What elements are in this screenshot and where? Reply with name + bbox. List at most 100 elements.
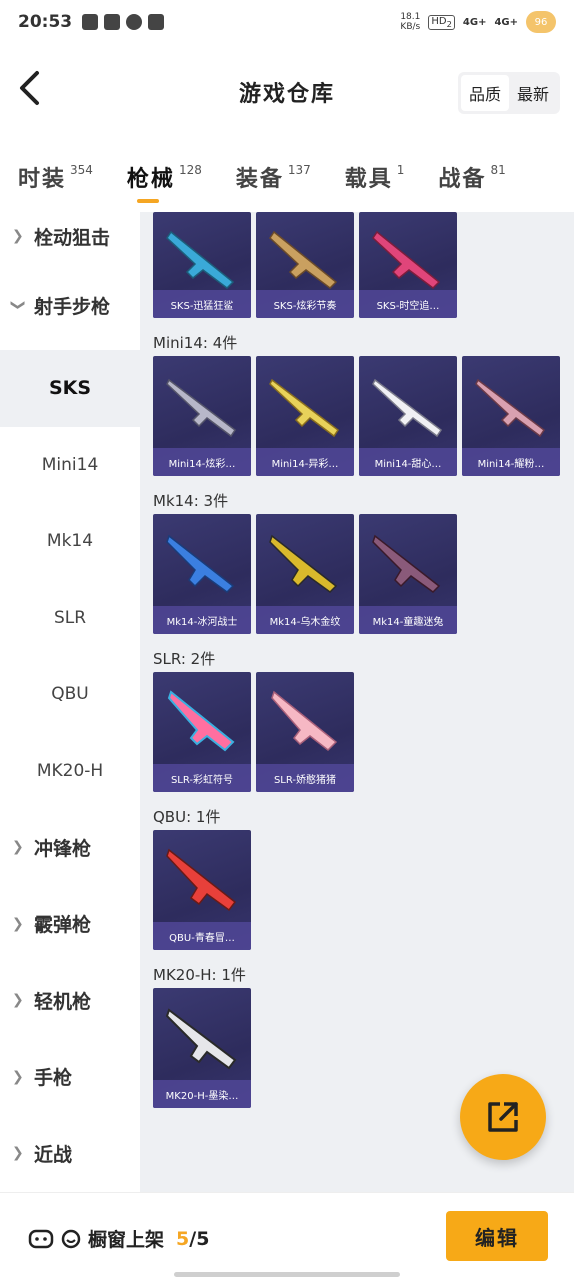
tab-label: 载具 — [344, 167, 393, 192]
chevron-down-icon: ❯ — [9, 299, 26, 311]
sidebar-item-mk20h[interactable]: MK20-H — [0, 733, 140, 810]
skin-card[interactable]: SKS-炫彩节奏 — [256, 212, 354, 318]
hd-label: HD — [431, 15, 447, 27]
showcase-icon — [28, 1229, 54, 1248]
sidebar-item-bolt-sniper[interactable]: ❯ 栓动狙击 — [0, 212, 140, 260]
sidebar-item-label: 近战 — [34, 1143, 73, 1166]
tab-count: 354 — [70, 163, 93, 177]
skin-card[interactable]: Mini14-耀粉… — [462, 356, 560, 476]
skin-card[interactable]: Mini14-炫彩… — [153, 356, 251, 476]
section-label-mk20h: MK20-H: 1件 — [153, 965, 246, 984]
tab-count: 1 — [396, 163, 405, 177]
sidebar-item-lmg[interactable]: ❯ 轻机枪 — [0, 962, 140, 1039]
showcase-count: 5/5 — [176, 1228, 209, 1250]
skin-card[interactable]: SKS-迅猛狂鲨 — [153, 212, 251, 318]
rifle-skin-icon — [269, 230, 338, 289]
chevron-right-icon: ❯ — [12, 228, 24, 244]
tab-vehicles[interactable]: 载具 1 — [345, 161, 405, 193]
sidebar-item-melee[interactable]: ❯ 近战 — [0, 1115, 140, 1192]
tab-fashion[interactable]: 时装 354 — [18, 161, 93, 193]
rifle-skin-icon — [269, 534, 338, 593]
chevron-right-icon: ❯ — [12, 1145, 24, 1162]
chevron-right-icon: ❯ — [12, 839, 24, 856]
skin-name: SLR-娇憨猪猪 — [256, 764, 354, 792]
share-button[interactable] — [460, 1074, 546, 1160]
message-notification-icon — [126, 14, 143, 30]
skin-name: Mk14-童趣迷兔 — [359, 606, 457, 634]
skin-card[interactable]: Mk14-冰河战士 — [153, 514, 251, 634]
rifle-skin-icon — [372, 230, 441, 289]
share-external-icon — [488, 1102, 518, 1132]
skin-row-mini14: Mini14-炫彩… Mini14-异彩… Mini14-甜心… Mini14-… — [153, 356, 574, 476]
status-bar: 20:53 18.1 KB/s HD2 4G+ 4G+ 96 — [0, 0, 574, 44]
tab-count: 128 — [178, 163, 202, 177]
skin-row-sks: SKS-迅猛狂鲨 SKS-炫彩节奏 SKS-时空追… — [153, 212, 574, 318]
sidebar-item-qbu[interactable]: QBU — [0, 656, 140, 733]
sidebar-item-sks[interactable]: SKS — [0, 350, 140, 427]
skin-card[interactable]: SKS-时空追… — [359, 212, 457, 318]
skin-card[interactable]: SLR-娇憨猪猪 — [256, 672, 354, 792]
rifle-skin-icon — [166, 534, 235, 593]
rifle-skin-icon — [475, 378, 546, 438]
skin-card[interactable]: Mini14-甜心… — [359, 356, 457, 476]
sidebar-item-mk14[interactable]: Mk14 — [0, 503, 140, 580]
edit-button[interactable]: 编辑 — [446, 1211, 548, 1261]
chevron-right-icon: ❯ — [12, 1068, 24, 1085]
showcase-label: 橱窗上架 — [88, 1229, 165, 1251]
skin-card[interactable]: Mk14-乌木金纹 — [256, 514, 354, 634]
status-time: 20:53 — [18, 12, 73, 32]
sidebar-item-marksman-rifle[interactable]: ❯ 射手步枪 — [0, 260, 140, 350]
sidebar-item-smg[interactable]: ❯ 冲锋枪 — [0, 809, 140, 886]
tab-equipment[interactable]: 装备 137 — [236, 161, 311, 193]
skin-name: Mini14-甜心… — [359, 448, 457, 476]
sort-quality-button[interactable]: 品质 — [460, 75, 509, 111]
tab-label: 时装 — [18, 167, 67, 192]
chevron-right-icon: ❯ — [12, 992, 24, 1009]
hd-badge: HD2 — [428, 14, 455, 30]
chevron-right-icon: ❯ — [12, 915, 24, 932]
sidebar-item-label: 冲锋枪 — [34, 837, 92, 860]
tab-count: 81 — [490, 163, 506, 177]
skin-name: Mini14-炫彩… — [153, 448, 251, 476]
app-notification-icon — [82, 14, 99, 30]
skin-row-qbu: QBU-青春冒… — [153, 830, 574, 950]
sidebar-item-label: MK20-H — [36, 760, 104, 781]
tab-count: 137 — [287, 163, 311, 177]
signal-icon: 4G+ — [494, 16, 518, 28]
skin-card[interactable]: SLR-彩虹符号 — [153, 672, 251, 792]
skin-name: MK20-H-墨染… — [153, 1080, 251, 1108]
skin-name: QBU-青春冒… — [153, 922, 251, 950]
sort-toggle: 品质 最新 — [457, 72, 560, 114]
sort-newest-button[interactable]: 最新 — [509, 75, 557, 111]
sidebar-item-label: Mini14 — [41, 454, 99, 475]
skin-name: Mini14-耀粉… — [462, 448, 560, 476]
sidebar-item-label: QBU — [51, 684, 89, 705]
showcase-count-total: 5 — [196, 1227, 210, 1250]
notification-icons — [82, 14, 165, 30]
home-indicator[interactable] — [174, 1272, 400, 1277]
sidebar-item-label: 栓动狙击 — [34, 226, 111, 249]
skin-card[interactable]: MK20-H-墨染… — [153, 988, 251, 1108]
sidebar-item-pistol[interactable]: ❯ 手枪 — [0, 1039, 140, 1116]
rifle-skin-icon — [166, 230, 235, 289]
skin-card[interactable]: QBU-青春冒… — [153, 830, 251, 950]
skin-card[interactable]: Mini14-异彩… — [256, 356, 354, 476]
skin-card[interactable]: Mk14-童趣迷兔 — [359, 514, 457, 634]
tab-label: 战备 — [438, 167, 487, 192]
skin-row-mk14: Mk14-冰河战士 Mk14-乌木金纹 Mk14-童趣迷兔 — [153, 514, 574, 634]
sidebar-item-label: 手枪 — [34, 1067, 73, 1090]
tab-supplies[interactable]: 战备 81 — [438, 161, 505, 193]
rifle-skin-icon — [167, 690, 235, 752]
sidebar-item-slr[interactable]: SLR — [0, 580, 140, 657]
sim-index: 2 — [446, 18, 452, 29]
sidebar-item-label: SKS — [48, 377, 92, 400]
rifle-skin-icon — [269, 378, 340, 438]
showcase-status: 橱窗上架 5/5 — [28, 1225, 209, 1252]
sidebar-item-mini14[interactable]: Mini14 — [0, 427, 140, 504]
sidebar-item-shotgun[interactable]: ❯ 霰弹枪 — [0, 886, 140, 963]
rifle-skin-icon — [165, 1008, 237, 1070]
skin-name: SKS-时空追… — [359, 290, 457, 318]
tab-guns[interactable]: 枪械 128 — [127, 161, 202, 203]
category-tabs: 时装 354 枪械 128 装备 137 载具 1 战备 81 — [0, 150, 574, 204]
sidebar-item-label: 霰弹枪 — [34, 914, 92, 937]
